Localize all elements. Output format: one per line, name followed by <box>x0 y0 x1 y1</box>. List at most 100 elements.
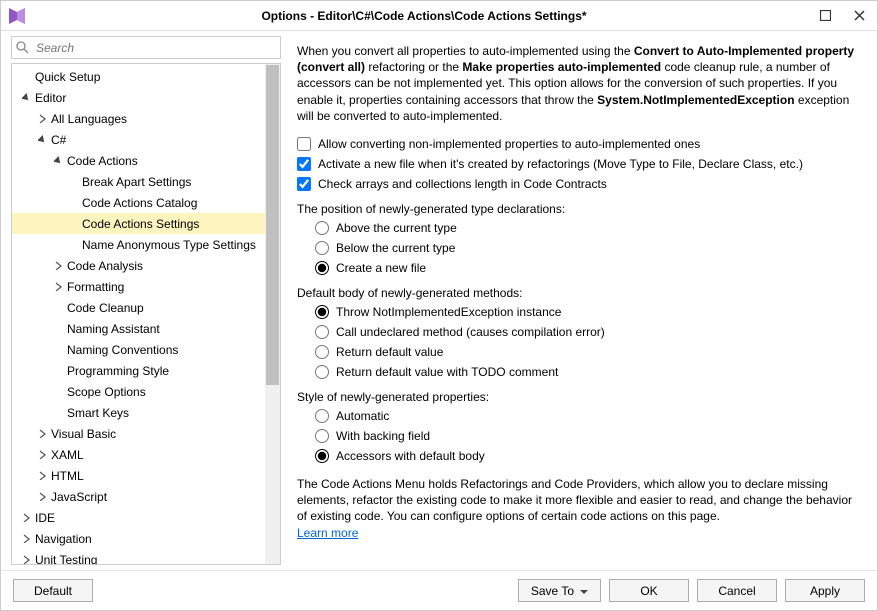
tree-label: Naming Assistant <box>67 322 160 336</box>
window-title: Options - Editor\C#\Code Actions\Code Ac… <box>35 9 813 23</box>
tree-item-smart-keys[interactable]: Smart Keys <box>12 402 280 423</box>
expand-icon[interactable] <box>36 428 48 440</box>
tree-item-navigation[interactable]: Navigation <box>12 528 280 549</box>
tree-item-unit-testing[interactable]: Unit Testing <box>12 549 280 565</box>
tree-label: IDE <box>35 511 55 525</box>
tree-item-visual-basic[interactable]: Visual Basic <box>12 423 280 444</box>
tree-label: Editor <box>35 91 66 105</box>
tree-item-html[interactable]: HTML <box>12 465 280 486</box>
tree-item-scope-options[interactable]: Scope Options <box>12 381 280 402</box>
tree-label: Code Analysis <box>67 259 143 273</box>
radio-style-backing[interactable]: With backing field <box>315 429 861 443</box>
radio-label: With backing field <box>336 429 430 443</box>
radio-label: Throw NotImplementedException instance <box>336 305 561 319</box>
tree-label: HTML <box>51 469 84 483</box>
apply-button[interactable]: Apply <box>785 579 865 602</box>
tree-label: Naming Conventions <box>67 343 178 357</box>
tree-label: XAML <box>51 448 84 462</box>
tree-label: Code Actions <box>67 154 138 168</box>
radio-label: Return default value with TODO comment <box>336 365 558 379</box>
tree-item-catalog[interactable]: Code Actions Catalog <box>12 192 280 213</box>
tree-item-ide[interactable]: IDE <box>12 507 280 528</box>
tree-item-code-analysis[interactable]: Code Analysis <box>12 255 280 276</box>
footer-text: The Code Actions Menu holds Refactorings… <box>297 476 861 541</box>
bottom-bar: Default Save To OK Cancel Apply <box>1 570 877 610</box>
tree-item-xaml[interactable]: XAML <box>12 444 280 465</box>
tree-item-code-actions[interactable]: Code Actions <box>12 150 280 171</box>
checkbox-allow-convert[interactable]: Allow converting non-implemented propert… <box>297 137 861 151</box>
tree-item-break-apart[interactable]: Break Apart Settings <box>12 171 280 192</box>
expand-icon[interactable] <box>20 554 32 566</box>
tree-item-settings[interactable]: Code Actions Settings <box>12 213 280 234</box>
maximize-button[interactable] <box>813 4 837 28</box>
expand-icon[interactable] <box>36 449 48 461</box>
group-body-label: Default body of newly-generated methods: <box>297 286 861 300</box>
radio-position-new-file[interactable]: Create a new file <box>315 261 861 275</box>
radio-style-accessors[interactable]: Accessors with default body <box>315 449 861 463</box>
expand-icon[interactable] <box>20 512 32 524</box>
search-input[interactable] <box>11 36 281 59</box>
tree-label: Quick Setup <box>35 70 100 84</box>
collapse-icon[interactable] <box>20 92 32 104</box>
expand-icon[interactable] <box>36 113 48 125</box>
tree-label: Name Anonymous Type Settings <box>82 238 256 252</box>
close-button[interactable] <box>847 4 871 28</box>
default-button[interactable]: Default <box>13 579 93 602</box>
tree-item-code-cleanup[interactable]: Code Cleanup <box>12 297 280 318</box>
radio-position-below[interactable]: Below the current type <box>315 241 861 255</box>
settings-panel: When you convert all properties to auto-… <box>291 31 877 570</box>
checkbox-label: Check arrays and collections length in C… <box>318 177 607 191</box>
checkbox-check-arrays[interactable]: Check arrays and collections length in C… <box>297 177 861 191</box>
checkbox-activate-new-file[interactable]: Activate a new file when it's created by… <box>297 157 861 171</box>
tree-label: All Languages <box>51 112 127 126</box>
app-icon <box>7 6 27 26</box>
intro-text: When you convert all properties to auto-… <box>297 43 861 124</box>
radio-label: Automatic <box>336 409 389 423</box>
ok-button[interactable]: OK <box>609 579 689 602</box>
checkbox-label: Allow converting non-implemented propert… <box>318 137 700 151</box>
tree-item-programming-style[interactable]: Programming Style <box>12 360 280 381</box>
expand-icon[interactable] <box>20 533 32 545</box>
learn-more-link[interactable]: Learn more <box>297 526 358 540</box>
tree-label: JavaScript <box>51 490 107 504</box>
tree-label: C# <box>51 133 66 147</box>
tree-label: Unit Testing <box>35 553 97 566</box>
collapse-icon[interactable] <box>52 155 64 167</box>
tree-item-formatting[interactable]: Formatting <box>12 276 280 297</box>
tree-label: Code Actions Catalog <box>82 196 197 210</box>
radio-body-throw[interactable]: Throw NotImplementedException instance <box>315 305 861 319</box>
radio-label: Call undeclared method (causes compilati… <box>336 325 605 339</box>
search-box <box>11 36 281 59</box>
radio-body-todo[interactable]: Return default value with TODO comment <box>315 365 861 379</box>
tree-item-name-anon[interactable]: Name Anonymous Type Settings <box>12 234 280 255</box>
expand-icon[interactable] <box>36 470 48 482</box>
left-panel: Quick Setup Editor All Languages C# Code… <box>1 31 291 570</box>
tree-label: Formatting <box>67 280 124 294</box>
expand-icon[interactable] <box>36 491 48 503</box>
group-position-label: The position of newly-generated type dec… <box>297 202 861 216</box>
tree-label: Scope Options <box>67 385 146 399</box>
tree-item-csharp[interactable]: C# <box>12 129 280 150</box>
tree-item-all-languages[interactable]: All Languages <box>12 108 280 129</box>
expand-icon[interactable] <box>52 260 64 272</box>
expand-icon[interactable] <box>52 281 64 293</box>
collapse-icon[interactable] <box>36 134 48 146</box>
radio-style-automatic[interactable]: Automatic <box>315 409 861 423</box>
cancel-button[interactable]: Cancel <box>697 579 777 602</box>
radio-label: Accessors with default body <box>336 449 485 463</box>
radio-body-call[interactable]: Call undeclared method (causes compilati… <box>315 325 861 339</box>
titlebar: Options - Editor\C#\Code Actions\Code Ac… <box>1 1 877 31</box>
radio-position-above[interactable]: Above the current type <box>315 221 861 235</box>
tree-item-naming-assistant[interactable]: Naming Assistant <box>12 318 280 339</box>
checkbox-label: Activate a new file when it's created by… <box>318 157 803 171</box>
radio-body-return[interactable]: Return default value <box>315 345 861 359</box>
tree-label: Visual Basic <box>51 427 116 441</box>
tree-item-naming-conventions[interactable]: Naming Conventions <box>12 339 280 360</box>
tree-item-editor[interactable]: Editor <box>12 87 280 108</box>
tree-label: Smart Keys <box>67 406 129 420</box>
save-to-button[interactable]: Save To <box>518 579 601 602</box>
radio-label: Return default value <box>336 345 443 359</box>
tree-item-quick-setup[interactable]: Quick Setup <box>12 66 280 87</box>
scrollbar[interactable] <box>265 64 280 564</box>
tree-item-javascript[interactable]: JavaScript <box>12 486 280 507</box>
